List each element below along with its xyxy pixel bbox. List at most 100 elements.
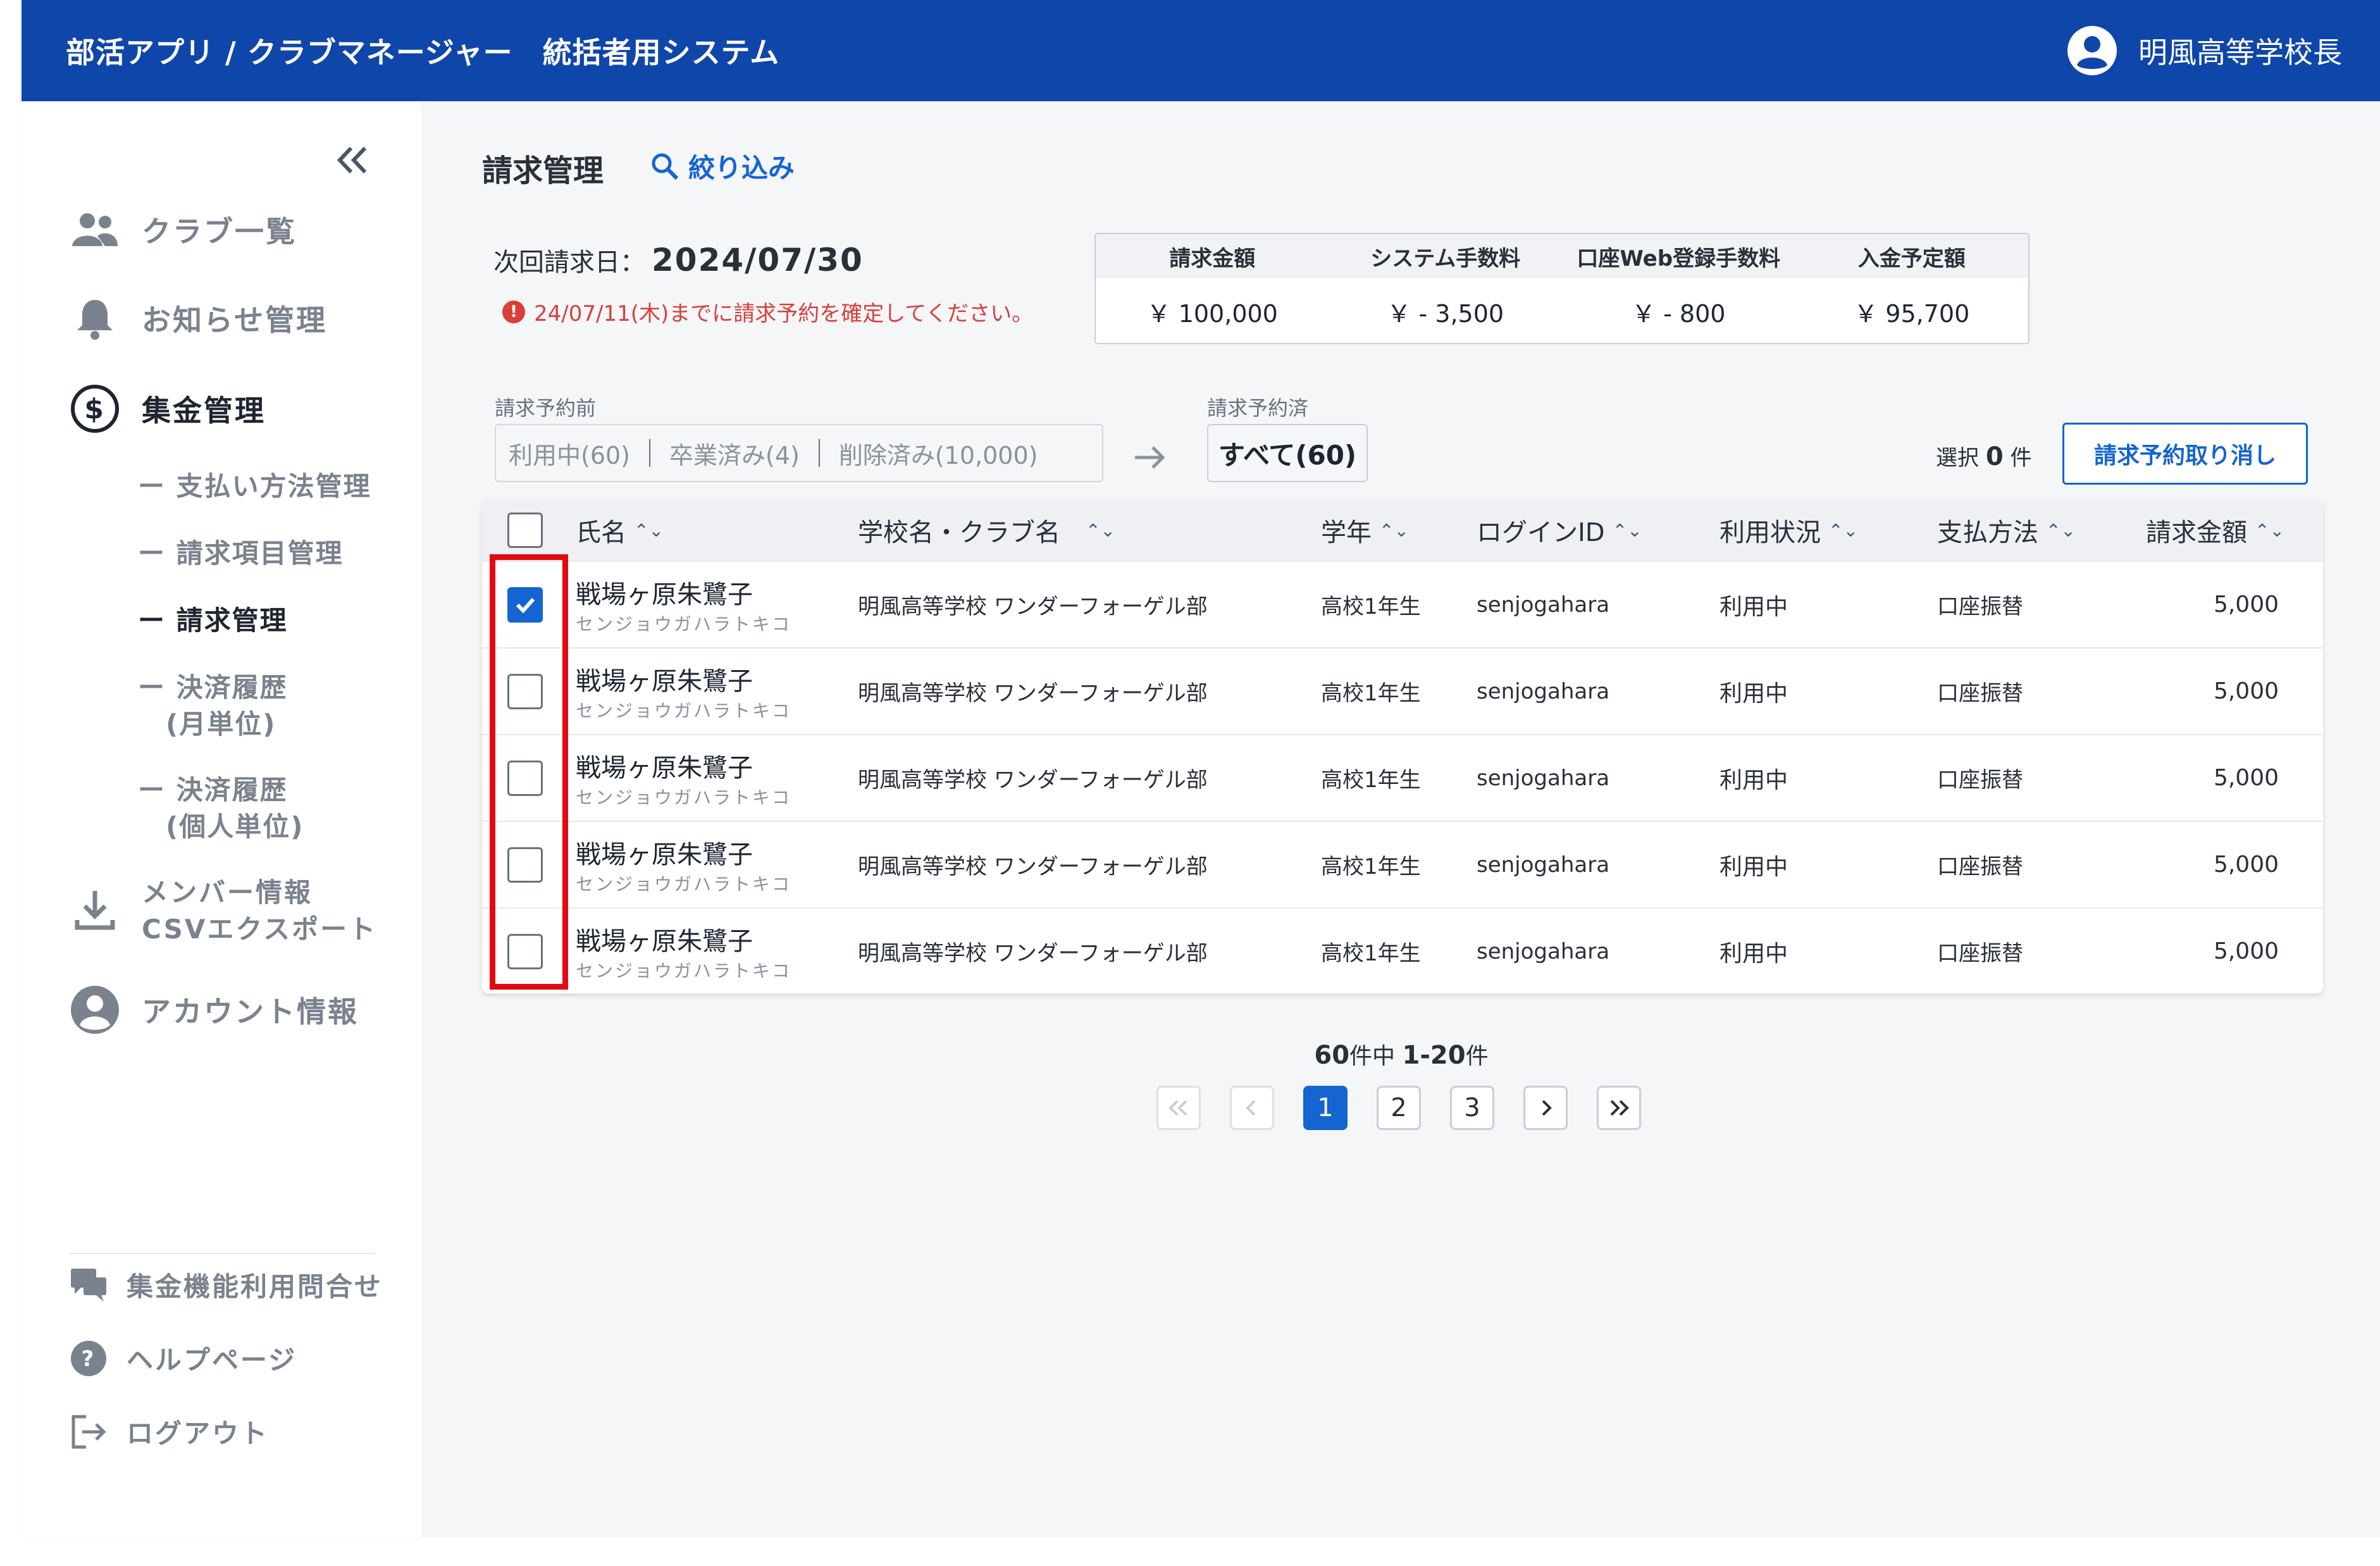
export-label: メンバー情報 CSVエクスポート: [142, 874, 377, 948]
member-name: 戦場ヶ原朱鷺子: [576, 580, 753, 609]
sidebar-bottom-contact[interactable]: 集金機能利用問合せ: [70, 1265, 383, 1304]
all-reserved-button[interactable]: すべて(60): [1207, 424, 1368, 482]
export-label-2: CSVエクスポート: [142, 914, 378, 945]
club-name: 明風高等学校 ワンダーフォーゲル部: [858, 854, 1208, 879]
sidebar-item-label: お知らせ管理: [142, 303, 328, 337]
collapse-sidebar-icon[interactable]: [333, 139, 371, 186]
sidebar-bottom-logout[interactable]: ログアウト: [70, 1412, 269, 1451]
login-id: senjogahara: [1477, 852, 1610, 878]
warning-message: ! 24/07/11(木)までに請求予約を確定してください。: [502, 296, 1033, 327]
table-row[interactable]: 戦場ヶ原朱鷺子 センジョウガハラトキコ 明風高等学校 ワンダーフォーゲル部 高校…: [482, 734, 2323, 821]
user-menu[interactable]: 明風高等学校長: [2067, 26, 2342, 75]
sidebar-sub-history-monthly[interactable]: ー 決済履歴 (月単位): [138, 669, 288, 743]
main-content: 請求管理 絞り込み 次回請求日： 2024/07/30 ! 24/07/11(木)…: [423, 101, 2380, 1538]
sidebar-item-export[interactable]: メンバー情報 CSVエクスポート: [70, 874, 377, 948]
user-name: 明風高等学校長: [2138, 35, 2342, 70]
people-icon: [70, 211, 120, 249]
page-3-button[interactable]: 3: [1450, 1086, 1494, 1130]
first-page-button[interactable]: [1156, 1086, 1201, 1130]
header-method[interactable]: 支払方法 ⌃⌄: [1937, 500, 2076, 561]
header-status[interactable]: 利用状況 ⌃⌄: [1720, 500, 1858, 561]
sidebar-item-collection[interactable]: $ 集金管理: [70, 383, 266, 434]
sort-icon: ⌃⌄: [1828, 519, 1858, 541]
sidebar-sub-label: ー 決済履歴: [138, 774, 288, 805]
chat-icon: [70, 1267, 108, 1303]
segment-graduated[interactable]: 卒業済み(4): [669, 436, 800, 471]
selected-unit: 件: [2010, 445, 2032, 471]
sidebar-sub-history-individual[interactable]: ー 決済履歴 (個人単位): [138, 772, 304, 845]
pagination: 1 2 3: [1156, 1086, 1641, 1130]
club-name: 明風高等学校 ワンダーフォーゲル部: [858, 681, 1208, 706]
sidebar-bottom-label: 集金機能利用問合せ: [127, 1271, 383, 1302]
header-club[interactable]: 学校名・クラブ名 ⌃⌄: [858, 500, 1115, 561]
table-row[interactable]: 戦場ヶ原朱鷺子 センジョウガハラトキコ 明風高等学校 ワンダーフォーゲル部 高校…: [482, 647, 2323, 734]
chevron-right-icon: [1542, 1100, 1552, 1116]
grade: 高校1年生: [1321, 941, 1421, 966]
payment-method: 口座振替: [1937, 767, 2023, 793]
next-page-button[interactable]: [1523, 1086, 1568, 1130]
summary-billing-amount: ￥ 100,000: [1146, 299, 1278, 328]
table-row[interactable]: 戦場ヶ原朱鷺子 センジョウガハラトキコ 明風高等学校 ワンダーフォーゲル部 高校…: [482, 561, 2323, 647]
header-label: 支払方法: [1937, 518, 2038, 547]
member-name: 戦場ヶ原朱鷺子: [576, 666, 753, 696]
header-name[interactable]: 氏名 ⌃⌄: [576, 500, 664, 561]
payment-method: 口座振替: [1937, 941, 2023, 966]
page-1-button[interactable]: 1: [1303, 1086, 1348, 1130]
warning-text: 24/07/11(木)までに請求予約を確定してください。: [534, 301, 1034, 326]
sidebar-sub-payment-methods[interactable]: ー 支払い方法管理: [138, 468, 371, 505]
sidebar-item-account[interactable]: アカウント情報: [70, 985, 359, 1035]
arrow-right-icon: [1132, 437, 1168, 481]
selected-count: 選択 0 件: [1936, 440, 2031, 471]
grade: 高校1年生: [1321, 594, 1421, 619]
login-id: senjogahara: [1477, 678, 1610, 704]
header-grade[interactable]: 学年 ⌃⌄: [1321, 500, 1409, 561]
sidebar-sub-billing-items[interactable]: ー 請求項目管理: [138, 535, 344, 572]
table-row[interactable]: 戦場ヶ原朱鷺子 センジョウガハラトキコ 明風高等学校 ワンダーフォーゲル部 高校…: [482, 821, 2323, 907]
pagination-info: 60件中 1-20件: [423, 1038, 2380, 1071]
header-amount[interactable]: 請求金額 ⌃⌄: [2146, 500, 2284, 561]
summary-header: 請求金額: [1169, 245, 1256, 271]
pagination-range: 1-20: [1402, 1041, 1466, 1070]
usage-status: 利用中: [1720, 940, 1788, 967]
next-billing-date: 2024/07/30: [652, 242, 864, 278]
filter-button[interactable]: 絞り込み: [650, 147, 795, 185]
segment-deleted[interactable]: 削除済み(10,000): [839, 436, 1038, 471]
payment-method: 口座振替: [1937, 854, 2023, 879]
header-login[interactable]: ログインID ⌃⌄: [1477, 500, 1642, 561]
segment-separator: [818, 439, 820, 467]
sort-icon: ⌃⌄: [2046, 519, 2076, 541]
sidebar-item-notices[interactable]: お知らせ管理: [70, 296, 327, 340]
selected-number: 0: [1985, 442, 2004, 471]
usage-status: 利用中: [1720, 767, 1788, 793]
dollar-icon: $: [70, 383, 120, 434]
header-label: ログインID: [1477, 518, 1605, 547]
summary-header: 口座Web登録手数料: [1577, 245, 1781, 271]
sidebar-bottom-help[interactable]: ? ヘルプページ: [70, 1339, 297, 1377]
table-row[interactable]: 戦場ヶ原朱鷺子 センジョウガハラトキコ 明風高等学校 ワンダーフォーゲル部 高校…: [482, 907, 2323, 993]
next-billing: 次回請求日： 2024/07/30: [493, 242, 864, 278]
billing-table: 氏名 ⌃⌄ 学校名・クラブ名 ⌃⌄ 学年 ⌃⌄ ログインID ⌃⌄ 利用状況 ⌃⌄ 支払方…: [482, 500, 2323, 993]
prev-page-button[interactable]: [1230, 1086, 1274, 1130]
page-2-button[interactable]: 2: [1377, 1086, 1421, 1130]
bell-icon: [70, 296, 120, 340]
member-kana: センジョウガハラトキコ: [576, 700, 792, 721]
summary-header: 入金予定額: [1857, 245, 1966, 271]
last-page-button[interactable]: [1597, 1086, 1641, 1130]
logout-icon: [70, 1413, 108, 1451]
usage-status: 利用中: [1720, 680, 1788, 707]
club-name: 明風高等学校 ワンダーフォーゲル部: [858, 941, 1208, 966]
sidebar-item-clubs[interactable]: クラブ一覧: [70, 209, 297, 251]
select-all-checkbox[interactable]: [507, 513, 543, 548]
header-label: 利用状況: [1720, 518, 1821, 547]
sidebar-sub-label-2: (月単位): [166, 709, 276, 740]
export-label-1: メンバー情報: [142, 877, 313, 908]
table-header: 氏名 ⌃⌄ 学校名・クラブ名 ⌃⌄ 学年 ⌃⌄ ログインID ⌃⌄ 利用状況 ⌃⌄ 支払方…: [482, 500, 2323, 561]
segment-active[interactable]: 利用中(60): [509, 436, 630, 471]
member-kana: センジョウガハラトキコ: [576, 873, 792, 895]
sidebar-sub-billing[interactable]: ー 請求管理: [138, 602, 288, 639]
before-label: 請求予約前: [495, 396, 597, 420]
sidebar-divider: [70, 1253, 376, 1254]
billing-amount: 5,000: [2213, 592, 2279, 618]
header-label: 氏名: [576, 518, 626, 547]
cancel-reservation-button[interactable]: 請求予約取り消し: [2062, 423, 2308, 485]
